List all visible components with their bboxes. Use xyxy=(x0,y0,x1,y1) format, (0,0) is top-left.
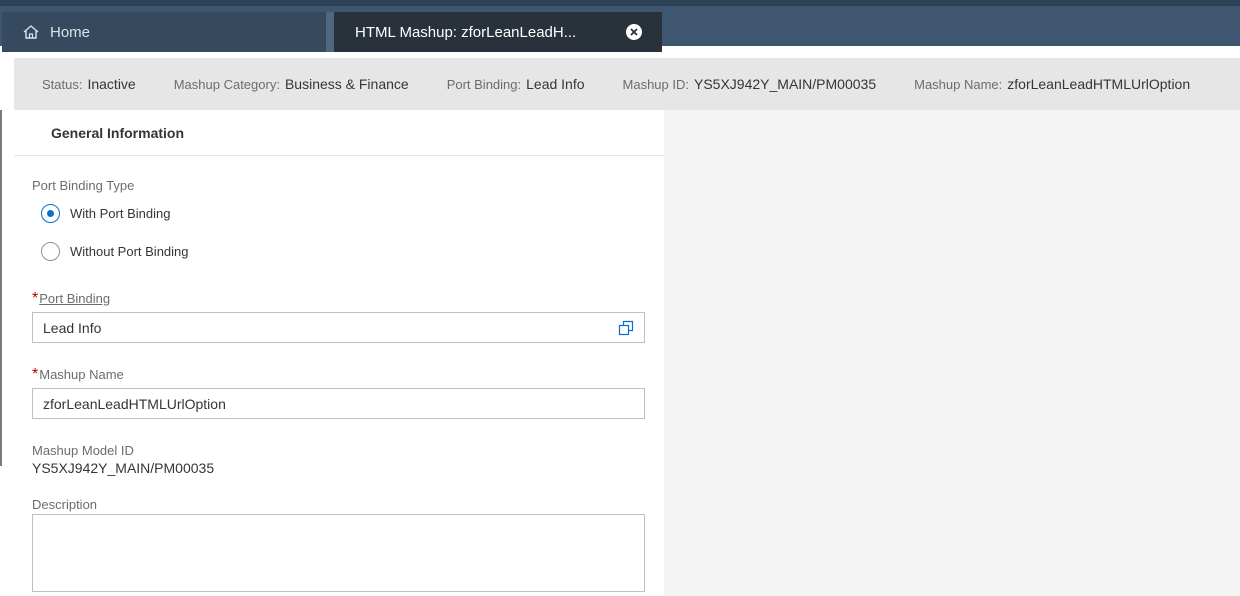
info-mashup-id-label: Mashup ID: xyxy=(622,77,689,92)
mashup-name-label-text: Mashup Name xyxy=(39,367,124,382)
port-binding-value: Lead Info xyxy=(43,319,102,336)
info-status: Status: Inactive xyxy=(42,76,136,92)
window-edge xyxy=(0,110,2,466)
radio-button-selected[interactable] xyxy=(41,204,60,223)
mashup-name-value: zforLeanLeadHTMLUrlOption xyxy=(43,395,226,412)
tab-html-mashup[interactable]: HTML Mashup: zforLeanLeadH... xyxy=(334,12,662,52)
radio-without-port-binding[interactable]: Without Port Binding xyxy=(41,242,189,261)
shell-tab-bar: Home HTML Mashup: zforLeanLeadH... xyxy=(0,0,1240,52)
section-title: General Information xyxy=(14,110,664,156)
mashup-name-input[interactable]: zforLeanLeadHTMLUrlOption xyxy=(32,388,645,419)
required-marker: * xyxy=(32,290,39,307)
close-icon[interactable] xyxy=(626,24,642,40)
tab-home-label: Home xyxy=(50,23,91,41)
info-port-binding-value: Lead Info xyxy=(526,76,585,92)
tab-home[interactable]: Home xyxy=(2,12,326,52)
port-binding-label-text: Port Binding xyxy=(39,291,111,306)
required-marker: * xyxy=(32,366,39,383)
mashup-model-id-label: Mashup Model ID xyxy=(32,443,134,458)
info-status-label: Status: xyxy=(42,77,83,92)
tab-html-mashup-label: HTML Mashup: zforLeanLeadH... xyxy=(355,23,577,41)
info-mashup-name-value: zforLeanLeadHTMLUrlOption xyxy=(1007,76,1191,92)
radio-with-port-binding[interactable]: With Port Binding xyxy=(41,204,170,223)
info-port-binding: Port Binding: Lead Info xyxy=(447,76,585,92)
radio-without-port-binding-label: Without Port Binding xyxy=(70,244,189,259)
info-mashup-id-value: YS5XJ942Y_MAIN/PM00035 xyxy=(694,76,877,92)
info-mashup-category: Mashup Category: Business & Finance xyxy=(174,76,409,92)
info-mashup-name: Mashup Name: zforLeanLeadHTMLUrlOption xyxy=(914,76,1190,92)
info-mashup-category-value: Business & Finance xyxy=(284,76,409,92)
info-mashup-id: Mashup ID: YS5XJ942Y_MAIN/PM00035 xyxy=(623,76,877,92)
info-port-binding-label: Port Binding: xyxy=(446,77,522,92)
port-binding-type-label: Port Binding Type xyxy=(32,178,135,193)
mashup-name-field-label: *Mashup Name xyxy=(32,366,124,384)
port-binding-input[interactable]: Lead Info xyxy=(32,312,645,343)
right-empty-area xyxy=(664,110,1240,596)
general-information-panel: General Information Port Binding Type Wi… xyxy=(14,110,664,596)
description-label: Description xyxy=(32,497,98,512)
port-binding-field-label: *Port Binding xyxy=(32,290,110,308)
mashup-model-id-value: YS5XJ942Y_MAIN/PM00035 xyxy=(32,460,215,476)
radio-button-unselected[interactable] xyxy=(41,242,60,261)
tab-separator xyxy=(326,12,334,52)
info-mashup-category-label: Mashup Category: xyxy=(173,77,280,92)
description-textarea[interactable] xyxy=(32,514,645,592)
home-icon xyxy=(22,23,40,41)
info-mashup-name-label: Mashup Name: xyxy=(914,77,1003,92)
object-header-info: Status: Inactive Mashup Category: Busine… xyxy=(14,58,1240,110)
info-status-value: Inactive xyxy=(87,76,136,92)
radio-with-port-binding-label: With Port Binding xyxy=(70,206,171,221)
value-help-icon[interactable] xyxy=(618,320,634,336)
